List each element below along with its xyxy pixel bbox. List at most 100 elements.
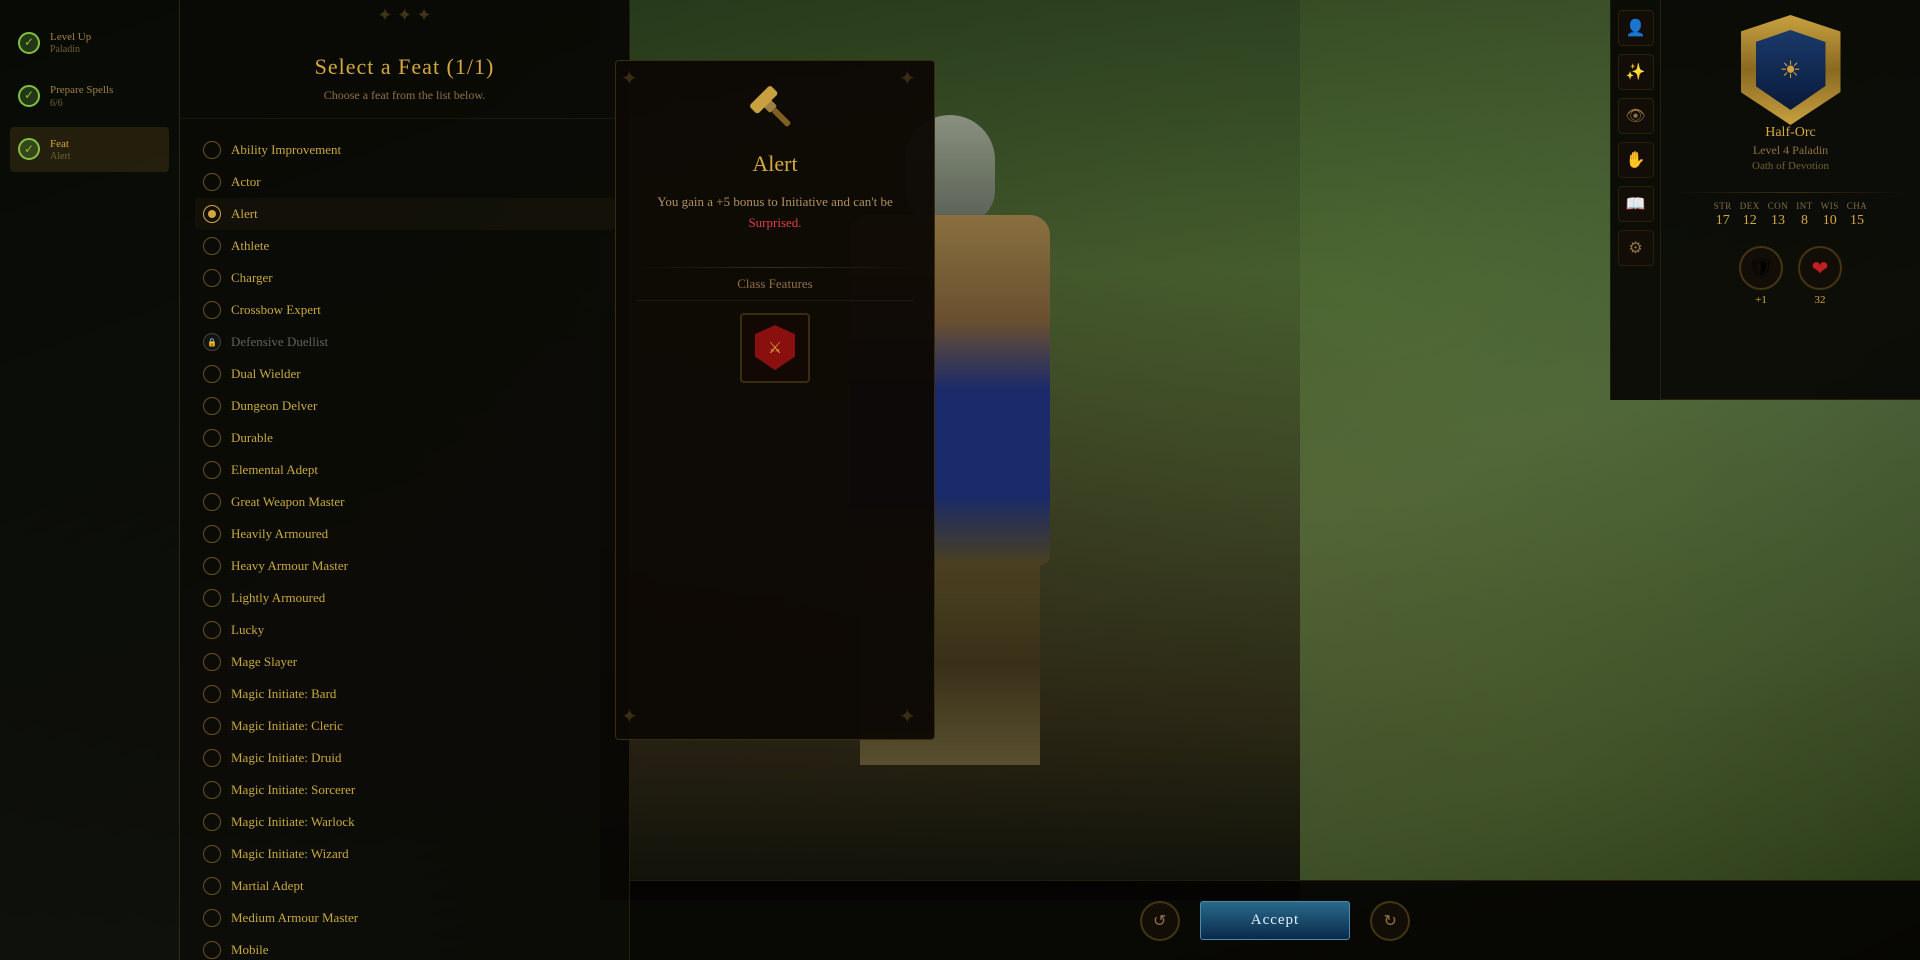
detail-icon-area <box>636 86 914 136</box>
feat-item-lucky[interactable]: Lucky <box>195 614 614 646</box>
feat-radio-martial-adept <box>203 877 221 895</box>
feat-name-charger: Charger <box>231 270 273 286</box>
resource-action-icon: 🛡 <box>1739 246 1783 290</box>
feat-radio-athlete <box>203 237 221 255</box>
feat-name-mobile: Mobile <box>231 942 269 958</box>
feat-item-durable[interactable]: Durable <box>195 422 614 454</box>
feat-radio-heavily-armoured <box>203 525 221 543</box>
stat-wis-label: WIS <box>1821 201 1839 211</box>
nav-item-feat[interactable]: ✓ Feat Alert <box>10 127 169 172</box>
nav-sublabel-prepare-spells: 6/6 <box>50 98 113 109</box>
accept-button[interactable]: Accept <box>1200 901 1350 940</box>
feat-radio-magic-initiate-druid <box>203 749 221 767</box>
nav-text-level-up: Level Up Paladin <box>50 30 91 55</box>
feat-selection-panel: ✦ ✦ ✦ Select a Feat (1/1) Choose a feat … <box>180 0 630 960</box>
stat-int: INT 8 <box>1796 201 1813 229</box>
feat-item-actor[interactable]: Actor <box>195 166 614 198</box>
stat-int-label: INT <box>1796 201 1813 211</box>
feat-item-magic-initiate-bard[interactable]: Magic Initiate: Bard <box>195 678 614 710</box>
feat-item-great-weapon-master[interactable]: Great Weapon Master <box>195 486 614 518</box>
feat-item-heavily-armoured[interactable]: Heavily Armoured <box>195 518 614 550</box>
stat-dex-value: 12 <box>1743 213 1757 229</box>
resource-hp: ❤ 32 <box>1798 246 1842 306</box>
feat-name-alert: Alert <box>231 206 258 222</box>
feat-item-defensive-duellist[interactable]: Defensive Duellist <box>195 326 614 358</box>
stat-wis-value: 10 <box>1823 213 1837 229</box>
feat-item-magic-initiate-druid[interactable]: Magic Initiate: Druid <box>195 742 614 774</box>
stat-con: CON 13 <box>1768 201 1789 229</box>
feat-name-defensive-duellist: Defensive Duellist <box>231 334 328 350</box>
feat-item-ability-improvement[interactable]: Ability Improvement <box>195 134 614 166</box>
feat-name-crossbow-expert: Crossbow Expert <box>231 302 321 318</box>
feat-radio-charger <box>203 269 221 287</box>
feat-item-mage-slayer[interactable]: Mage Slayer <box>195 646 614 678</box>
feat-item-crossbow-expert[interactable]: Crossbow Expert <box>195 294 614 326</box>
stats-row: STR 17 DEX 12 CON 13 INT 8 WIS 10 CHA 15 <box>1714 201 1868 229</box>
feat-name-magic-initiate-cleric: Magic Initiate: Cleric <box>231 718 343 734</box>
sidebar-btn-magic[interactable]: ✨ <box>1618 54 1654 90</box>
nav-check-prepare-spells: ✓ <box>18 85 40 107</box>
feat-radio-crossbow-expert <box>203 301 221 319</box>
redo-icon: ↻ <box>1384 911 1397 931</box>
feat-detail-panel: ✦ ✦ Alert You gain a +5 bonus to Initiat… <box>615 60 935 740</box>
feat-radio-defensive-duellist <box>203 333 221 351</box>
feat-item-martial-adept[interactable]: Martial Adept <box>195 870 614 902</box>
sidebar-btn-portrait[interactable]: 👤 <box>1618 10 1654 46</box>
feat-radio-lightly-armoured <box>203 589 221 607</box>
feat-radio-mobile <box>203 941 221 959</box>
nav-label-level-up: Level Up <box>50 30 91 44</box>
undo-button[interactable]: ↺ <box>1140 901 1180 941</box>
resource-action-value: +1 <box>1755 294 1767 306</box>
feat-list: Ability Improvement Actor Alert Athlete Char… <box>180 129 629 960</box>
feat-name-great-weapon-master: Great Weapon Master <box>231 494 345 510</box>
feat-detail-description: You gain a +5 bonus to Initiative and ca… <box>636 192 914 234</box>
feat-name-heavy-armour-master: Heavy Armour Master <box>231 558 348 574</box>
feat-item-charger[interactable]: Charger <box>195 262 614 294</box>
corner-decoration-br: ✦ <box>899 704 929 734</box>
stat-con-value: 13 <box>1771 213 1785 229</box>
redo-button[interactable]: ↻ <box>1370 901 1410 941</box>
feat-name-ability-improvement: Ability Improvement <box>231 142 341 158</box>
feat-item-magic-initiate-cleric[interactable]: Magic Initiate: Cleric <box>195 710 614 742</box>
feat-name-lightly-armoured: Lightly Armoured <box>231 590 325 606</box>
feat-item-athlete[interactable]: Athlete <box>195 230 614 262</box>
feat-name-athlete: Athlete <box>231 238 269 254</box>
detail-divider <box>636 267 914 268</box>
feat-name-magic-initiate-bard: Magic Initiate: Bard <box>231 686 336 702</box>
feat-name-magic-initiate-druid: Magic Initiate: Druid <box>231 750 341 766</box>
sidebar-btn-book[interactable]: 📖 <box>1618 186 1654 222</box>
feat-item-magic-initiate-warlock[interactable]: Magic Initiate: Warlock <box>195 806 614 838</box>
panel-top-decoration: ✦ ✦ ✦ <box>180 0 629 29</box>
sidebar-btn-eye[interactable]: 👁 <box>1618 98 1654 134</box>
feat-radio-durable <box>203 429 221 447</box>
feat-item-elemental-adept[interactable]: Elemental Adept <box>195 454 614 486</box>
feat-item-heavy-armour-master[interactable]: Heavy Armour Master <box>195 550 614 582</box>
feat-item-lightly-armoured[interactable]: Lightly Armoured <box>195 582 614 614</box>
nav-text-feat: Feat Alert <box>50 137 71 162</box>
feat-radio-magic-initiate-bard <box>203 685 221 703</box>
feat-item-dual-wielder[interactable]: Dual Wielder <box>195 358 614 390</box>
feat-name-martial-adept: Martial Adept <box>231 878 304 894</box>
nav-item-prepare-spells[interactable]: ✓ Prepare Spells 6/6 <box>10 73 169 118</box>
sidebar-btn-hand[interactable]: ✋ <box>1618 142 1654 178</box>
resources-row: 🛡 +1 ❤ 32 <box>1739 246 1842 306</box>
feat-item-magic-initiate-sorcerer[interactable]: Magic Initiate: Sorcerer <box>195 774 614 806</box>
character-emblem: ☀ <box>1741 15 1841 115</box>
feat-item-magic-initiate-wizard[interactable]: Magic Initiate: Wizard <box>195 838 614 870</box>
class-features-icon-container <box>740 313 810 383</box>
feat-item-medium-armour-master[interactable]: Medium Armour Master <box>195 902 614 934</box>
character-race: Half-Orc <box>1765 125 1816 141</box>
feat-item-dungeon-delver[interactable]: Dungeon Delver <box>195 390 614 422</box>
corner-decoration-tl: ✦ <box>621 66 651 96</box>
nav-label-feat: Feat <box>50 137 71 151</box>
feat-item-mobile[interactable]: Mobile <box>195 934 614 960</box>
stat-cha: CHA 15 <box>1847 201 1868 229</box>
feat-radio-elemental-adept <box>203 461 221 479</box>
feat-name-dual-wielder: Dual Wielder <box>231 366 301 382</box>
nav-item-level-up[interactable]: ✓ Level Up Paladin <box>10 20 169 65</box>
sidebar-btn-gear[interactable]: ⚙ <box>1618 230 1654 266</box>
undo-icon: ↺ <box>1153 911 1166 931</box>
class-features-label: Class Features <box>636 276 914 301</box>
feat-item-alert[interactable]: Alert <box>195 198 614 230</box>
feat-name-lucky: Lucky <box>231 622 264 638</box>
